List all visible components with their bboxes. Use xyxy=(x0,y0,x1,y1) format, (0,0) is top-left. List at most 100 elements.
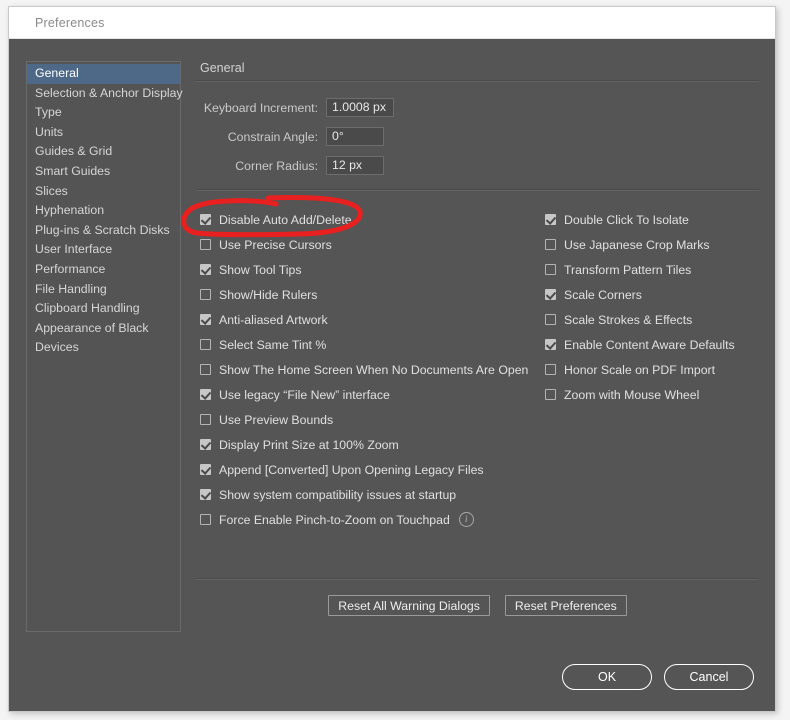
checkbox-row[interactable]: Append [Converted] Upon Opening Legacy F… xyxy=(200,457,540,482)
checkbox-unchecked-icon[interactable] xyxy=(545,364,556,375)
checkbox-row[interactable]: Use Precise Cursors xyxy=(200,232,540,257)
checkbox-row[interactable]: Use Japanese Crop Marks xyxy=(545,232,775,257)
reset-button-group: Reset All Warning Dialogs Reset Preferenc… xyxy=(194,595,761,616)
field-input-keyboard-increment[interactable] xyxy=(326,98,394,117)
field-input-constrain-angle[interactable] xyxy=(326,127,384,146)
pane-title: General xyxy=(200,61,245,75)
checkbox-unchecked-icon[interactable] xyxy=(545,389,556,400)
checkbox-row[interactable]: Zoom with Mouse Wheel xyxy=(545,382,775,407)
checkbox-checked-icon[interactable] xyxy=(200,389,211,400)
checkbox-label: Select Same Tint % xyxy=(219,337,327,352)
checkbox-row[interactable]: Double Click To Isolate xyxy=(545,207,775,232)
checkbox-label: Use legacy “File New” interface xyxy=(219,387,390,402)
checkbox-checked-icon[interactable] xyxy=(200,489,211,500)
checkbox-row[interactable]: Disable Auto Add/Delete xyxy=(200,207,540,232)
info-icon[interactable]: i xyxy=(458,512,474,527)
checkbox-row[interactable]: Scale Corners xyxy=(545,282,775,307)
sidebar-item-slices[interactable]: Slices xyxy=(27,182,180,202)
checkbox-row[interactable]: Honor Scale on PDF Import xyxy=(545,357,775,382)
checkbox-label: Use Preview Bounds xyxy=(219,412,334,427)
sidebar-item-devices[interactable]: Devices xyxy=(27,338,180,358)
dialog-footer: OK Cancel xyxy=(562,664,754,690)
sidebar-item-smart-guides[interactable]: Smart Guides xyxy=(27,162,180,182)
checkbox-label: Enable Content Aware Defaults xyxy=(564,337,735,352)
field-row: Constrain Angle: xyxy=(198,127,761,146)
checkbox-label: Append [Converted] Upon Opening Legacy F… xyxy=(219,462,484,477)
sidebar-item-performance[interactable]: Performance xyxy=(27,260,180,280)
checkbox-row[interactable]: Show Tool Tips xyxy=(200,257,540,282)
checkbox-row[interactable]: Enable Content Aware Defaults xyxy=(545,332,775,357)
field-label: Constrain Angle: xyxy=(227,129,318,144)
field-row: Keyboard Increment: xyxy=(198,98,761,117)
checkbox-row[interactable]: Display Print Size at 100% Zoom xyxy=(200,432,540,457)
sidebar-item-user-interface[interactable]: User Interface xyxy=(27,240,180,260)
checkbox-row[interactable]: Show system compatibility issues at star… xyxy=(200,482,540,507)
checkbox-label: Show/Hide Rulers xyxy=(219,287,318,302)
checkbox-unchecked-icon[interactable] xyxy=(200,289,211,300)
options-grid: Disable Auto Add/Delete Use Precise Curso… xyxy=(194,207,761,527)
window-title: Preferences xyxy=(35,15,105,30)
screen: Preferences General Selection & Anchor Di… xyxy=(0,0,790,720)
sidebar-item-general[interactable]: General xyxy=(27,64,180,84)
checkbox-row[interactable]: Use Preview Bounds xyxy=(200,407,540,432)
checkbox-unchecked-icon[interactable] xyxy=(545,264,556,275)
checkbox-row[interactable]: Anti-aliased Artwork xyxy=(200,307,540,332)
sidebar-item-selection-anchor-display[interactable]: Selection & Anchor Display xyxy=(27,84,183,104)
fields-divider xyxy=(196,189,759,191)
checkbox-checked-icon[interactable] xyxy=(200,464,211,475)
field-label: Keyboard Increment: xyxy=(203,100,318,115)
ok-button[interactable]: OK xyxy=(562,664,652,690)
checkbox-label: Disable Auto Add/Delete xyxy=(219,212,352,227)
sidebar-item-clipboard-handling[interactable]: Clipboard Handling xyxy=(27,299,180,319)
checkbox-checked-icon[interactable] xyxy=(200,214,211,225)
preferences-pane: General Keyboard Increment: Constrain Ang… xyxy=(194,61,761,711)
sidebar-item-plug-ins-scratch-disks[interactable]: Plug-ins & Scratch Disks xyxy=(27,221,180,241)
field-label: Corner Radius: xyxy=(235,158,318,173)
options-column-left: Disable Auto Add/Delete Use Precise Curso… xyxy=(200,207,540,532)
sidebar-item-hyphenation[interactable]: Hyphenation xyxy=(27,201,180,221)
preferences-window: Preferences General Selection & Anchor Di… xyxy=(8,6,776,712)
checkbox-unchecked-icon[interactable] xyxy=(200,239,211,250)
checkbox-row[interactable]: Use legacy “File New” interface xyxy=(200,382,540,407)
checkbox-label: Use Japanese Crop Marks xyxy=(564,237,710,252)
checkbox-unchecked-icon[interactable] xyxy=(200,364,211,375)
checkbox-row[interactable]: Force Enable Pinch-to-Zoom on Touchpad i xyxy=(200,507,540,532)
checkbox-checked-icon[interactable] xyxy=(545,214,556,225)
checkbox-label: Honor Scale on PDF Import xyxy=(564,362,716,377)
cancel-button[interactable]: Cancel xyxy=(664,664,754,690)
checkbox-unchecked-icon[interactable] xyxy=(545,239,556,250)
checkbox-unchecked-icon[interactable] xyxy=(545,314,556,325)
reset-preferences-button[interactable]: Reset Preferences xyxy=(504,595,627,616)
checkbox-row[interactable]: Show The Home Screen When No Documents A… xyxy=(200,357,540,382)
sidebar-item-type[interactable]: Type xyxy=(27,103,180,123)
checkbox-checked-icon[interactable] xyxy=(545,339,556,350)
field-row: Corner Radius: xyxy=(198,156,761,175)
checkbox-checked-icon[interactable] xyxy=(200,264,211,275)
checkbox-label: Scale Strokes & Effects xyxy=(564,312,693,327)
checkbox-label: Zoom with Mouse Wheel xyxy=(564,387,700,402)
checkbox-label: Double Click To Isolate xyxy=(564,212,689,227)
checkbox-row[interactable]: Transform Pattern Tiles xyxy=(545,257,775,282)
checkbox-label: Show system compatibility issues at star… xyxy=(219,487,457,502)
pane-title-divider xyxy=(196,80,759,82)
sidebar-item-appearance-of-black[interactable]: Appearance of Black xyxy=(27,319,180,339)
field-input-corner-radius[interactable] xyxy=(326,156,384,175)
checkbox-label: Show The Home Screen When No Documents A… xyxy=(219,362,529,377)
numeric-fields: Keyboard Increment: Constrain Angle: Corne… xyxy=(194,98,761,175)
checkbox-checked-icon[interactable] xyxy=(200,314,211,325)
checkbox-unchecked-icon[interactable] xyxy=(200,514,211,525)
sidebar-item-units[interactable]: Units xyxy=(27,123,180,143)
checkbox-row[interactable]: Scale Strokes & Effects xyxy=(545,307,775,332)
checkbox-unchecked-icon[interactable] xyxy=(200,339,211,350)
reset-all-warning-dialogs-button[interactable]: Reset All Warning Dialogs xyxy=(328,595,490,616)
checkbox-row[interactable]: Select Same Tint % xyxy=(200,332,540,357)
checkbox-label: Show Tool Tips xyxy=(219,262,302,277)
preferences-category-list[interactable]: General Selection & Anchor Display Type Uni… xyxy=(26,61,183,632)
checkbox-checked-icon[interactable] xyxy=(545,289,556,300)
checkbox-unchecked-icon[interactable] xyxy=(200,414,211,425)
sidebar-item-guides-grid[interactable]: Guides & Grid xyxy=(27,142,180,162)
checkbox-label: Use Precise Cursors xyxy=(219,237,332,252)
sidebar-item-file-handling[interactable]: File Handling xyxy=(27,280,180,300)
checkbox-checked-icon[interactable] xyxy=(200,439,211,450)
checkbox-row[interactable]: Show/Hide Rulers xyxy=(200,282,540,307)
